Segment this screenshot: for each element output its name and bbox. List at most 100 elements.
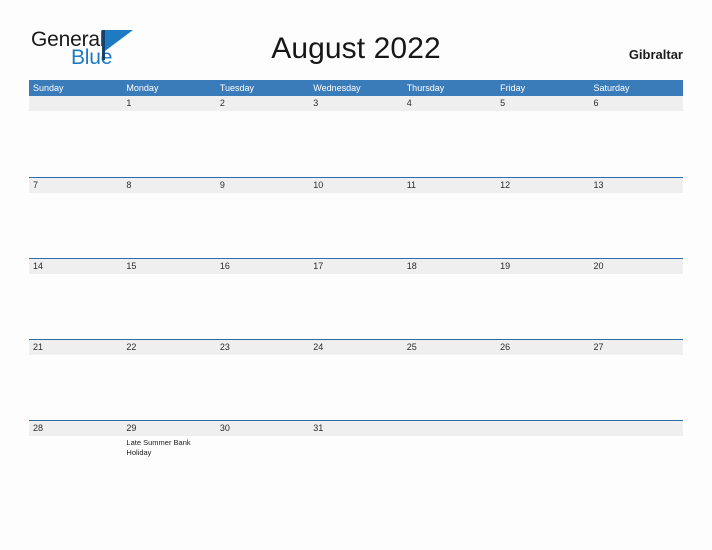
day-number: 3 xyxy=(313,98,319,108)
calendar-week-row: 1 2 3 4 5 6 xyxy=(29,96,683,177)
event-cell[interactable] xyxy=(590,111,683,177)
day-cell[interactable]: 15 xyxy=(122,259,215,274)
event-cell[interactable] xyxy=(496,436,589,502)
day-number: 8 xyxy=(126,180,132,190)
event-cell[interactable] xyxy=(590,355,683,421)
day-cell[interactable]: 8 xyxy=(122,178,215,193)
event-cell[interactable] xyxy=(122,111,215,177)
day-cell[interactable]: 23 xyxy=(216,340,309,355)
event-cell[interactable] xyxy=(29,355,122,421)
day-cell[interactable]: 18 xyxy=(403,259,496,274)
day-cell[interactable]: 29 xyxy=(122,421,215,436)
event-cell[interactable] xyxy=(590,193,683,259)
event-cell[interactable] xyxy=(216,436,309,502)
week-event-band: Late Summer Bank Holiday xyxy=(29,436,683,502)
day-cell[interactable]: 4 xyxy=(403,96,496,111)
day-cell[interactable]: 3 xyxy=(309,96,402,111)
event-cell[interactable] xyxy=(216,193,309,259)
page-header: General Blue August 2022 Gibraltar xyxy=(0,0,712,78)
day-cell[interactable]: 14 xyxy=(29,259,122,274)
event-cell[interactable] xyxy=(309,111,402,177)
day-number: 11 xyxy=(406,180,417,190)
day-number: 4 xyxy=(406,98,412,108)
day-number: 10 xyxy=(313,180,324,190)
event-cell[interactable] xyxy=(403,355,496,421)
day-cell[interactable]: 30 xyxy=(216,421,309,436)
event-cell[interactable] xyxy=(590,274,683,340)
day-cell[interactable]: 13 xyxy=(590,178,683,193)
event-cell[interactable] xyxy=(309,355,402,421)
event-cell[interactable] xyxy=(590,436,683,502)
day-number: 13 xyxy=(593,180,604,190)
day-cell[interactable]: 1 xyxy=(122,96,215,111)
week-event-band xyxy=(29,355,683,421)
day-cell[interactable] xyxy=(403,421,496,436)
event-cell[interactable] xyxy=(29,274,122,340)
event-cell[interactable] xyxy=(403,111,496,177)
calendar-week-row: 7 8 9 10 11 12 13 xyxy=(29,177,683,258)
weekday-header-thursday: Thursday xyxy=(406,83,445,93)
event-cell[interactable] xyxy=(122,193,215,259)
day-number: 15 xyxy=(126,261,137,271)
day-cell[interactable]: 31 xyxy=(309,421,402,436)
day-cell[interactable]: 20 xyxy=(590,259,683,274)
week-date-band: 21 22 23 24 25 26 27 xyxy=(29,340,683,355)
event-cell[interactable] xyxy=(403,436,496,502)
day-number: 6 xyxy=(593,98,599,108)
event-cell[interactable] xyxy=(309,274,402,340)
event-cell[interactable] xyxy=(496,193,589,259)
week-event-band xyxy=(29,111,683,177)
day-number: 24 xyxy=(313,342,324,352)
day-cell[interactable]: 24 xyxy=(309,340,402,355)
page-title: August 2022 xyxy=(271,32,441,65)
event-cell[interactable]: Late Summer Bank Holiday xyxy=(122,436,215,502)
week-date-band: 28 29 30 31 xyxy=(29,421,683,436)
event-cell[interactable] xyxy=(29,111,122,177)
day-cell[interactable]: 12 xyxy=(496,178,589,193)
event-cell[interactable] xyxy=(29,193,122,259)
day-cell[interactable] xyxy=(590,421,683,436)
event-cell[interactable] xyxy=(403,193,496,259)
day-cell[interactable]: 7 xyxy=(29,178,122,193)
week-event-band xyxy=(29,274,683,340)
event-cell[interactable] xyxy=(496,274,589,340)
event-cell[interactable] xyxy=(29,436,122,502)
day-cell[interactable]: 21 xyxy=(29,340,122,355)
day-number: 31 xyxy=(313,423,324,433)
week-date-band: 14 15 16 17 18 19 20 xyxy=(29,259,683,274)
event-cell[interactable] xyxy=(216,111,309,177)
day-number: 18 xyxy=(406,261,417,271)
event-cell[interactable] xyxy=(309,436,402,502)
day-cell[interactable] xyxy=(29,96,122,111)
day-cell[interactable]: 28 xyxy=(29,421,122,436)
day-cell[interactable]: 26 xyxy=(496,340,589,355)
weekday-header-tuesday: Tuesday xyxy=(219,83,255,93)
day-cell[interactable]: 9 xyxy=(216,178,309,193)
day-cell[interactable]: 2 xyxy=(216,96,309,111)
day-number: 2 xyxy=(219,98,225,108)
event-cell[interactable] xyxy=(496,355,589,421)
locale-label: Gibraltar xyxy=(628,47,683,62)
calendar-grid: Sunday Monday Tuesday Wednesday Thursday… xyxy=(29,80,683,501)
day-cell[interactable]: 16 xyxy=(216,259,309,274)
event-cell[interactable] xyxy=(216,274,309,340)
day-cell[interactable]: 19 xyxy=(496,259,589,274)
day-cell[interactable] xyxy=(496,421,589,436)
event-cell[interactable] xyxy=(309,193,402,259)
event-cell[interactable] xyxy=(216,355,309,421)
day-cell[interactable]: 5 xyxy=(496,96,589,111)
day-cell[interactable]: 22 xyxy=(122,340,215,355)
day-cell[interactable]: 11 xyxy=(403,178,496,193)
day-cell[interactable]: 17 xyxy=(309,259,402,274)
day-cell[interactable]: 27 xyxy=(590,340,683,355)
event-cell[interactable] xyxy=(122,274,215,340)
day-cell[interactable]: 6 xyxy=(590,96,683,111)
event-cell[interactable] xyxy=(403,274,496,340)
day-cell[interactable]: 25 xyxy=(403,340,496,355)
event-cell[interactable] xyxy=(496,111,589,177)
day-number: 14 xyxy=(33,261,44,271)
day-cell[interactable]: 10 xyxy=(309,178,402,193)
event-cell[interactable] xyxy=(122,355,215,421)
day-number: 27 xyxy=(593,342,604,352)
day-number: 7 xyxy=(33,180,39,190)
